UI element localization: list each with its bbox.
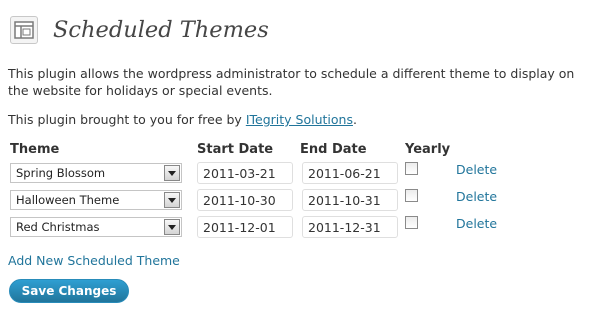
schedule-row: Red Christmas 2011-12-01 2011-12-31 Dele… bbox=[0, 216, 595, 240]
start-date-field[interactable]: 2011-12-01 bbox=[197, 216, 293, 238]
chevron-down-icon[interactable] bbox=[164, 192, 180, 208]
save-changes-button[interactable]: Save Changes bbox=[9, 279, 129, 303]
chevron-down-icon[interactable] bbox=[164, 219, 180, 235]
delete-link[interactable]: Delete bbox=[456, 216, 497, 231]
header-start-date: Start Date bbox=[197, 142, 274, 157]
plugin-description: This plugin allows the wordpress adminis… bbox=[8, 66, 575, 98]
theme-select-value: Spring Blossom bbox=[16, 166, 106, 180]
page-title: Scheduled Themes bbox=[53, 17, 269, 43]
yearly-checkbox[interactable] bbox=[405, 162, 418, 175]
appearance-layout-icon bbox=[10, 16, 38, 44]
start-date-field[interactable]: 2011-03-21 bbox=[197, 162, 293, 184]
start-date-field[interactable]: 2011-10-30 bbox=[197, 189, 293, 211]
end-date-field[interactable]: 2011-12-31 bbox=[302, 216, 398, 238]
theme-select-value: Red Christmas bbox=[16, 220, 100, 234]
end-date-field[interactable]: 2011-06-21 bbox=[302, 162, 398, 184]
header-yearly: Yearly bbox=[405, 142, 451, 157]
yearly-checkbox[interactable] bbox=[405, 189, 418, 202]
schedule-row: Halloween Theme 2011-10-30 2011-10-31 De… bbox=[0, 189, 595, 213]
theme-select-value: Halloween Theme bbox=[16, 193, 120, 207]
add-new-scheduled-theme-link[interactable]: Add New Scheduled Theme bbox=[8, 253, 180, 268]
schedule-row: Spring Blossom 2011-03-21 2011-06-21 Del… bbox=[0, 162, 595, 186]
delete-link[interactable]: Delete bbox=[456, 162, 497, 177]
credit-prefix: This plugin brought to you for free by bbox=[8, 112, 246, 127]
header-end-date: End Date bbox=[300, 142, 367, 157]
yearly-checkbox[interactable] bbox=[405, 216, 418, 229]
credit-suffix: . bbox=[352, 112, 357, 127]
plugin-credit: This plugin brought to you for free by I… bbox=[8, 112, 357, 127]
credit-link[interactable]: ITegrity Solutions bbox=[246, 112, 353, 127]
theme-select[interactable]: Spring Blossom bbox=[10, 163, 182, 183]
chevron-down-icon[interactable] bbox=[164, 165, 180, 181]
page-header: Scheduled Themes bbox=[10, 12, 269, 48]
end-date-field[interactable]: 2011-10-31 bbox=[302, 189, 398, 211]
header-theme: Theme bbox=[10, 142, 60, 157]
delete-link[interactable]: Delete bbox=[456, 189, 497, 204]
theme-select[interactable]: Red Christmas bbox=[10, 217, 182, 237]
theme-select[interactable]: Halloween Theme bbox=[10, 190, 182, 210]
